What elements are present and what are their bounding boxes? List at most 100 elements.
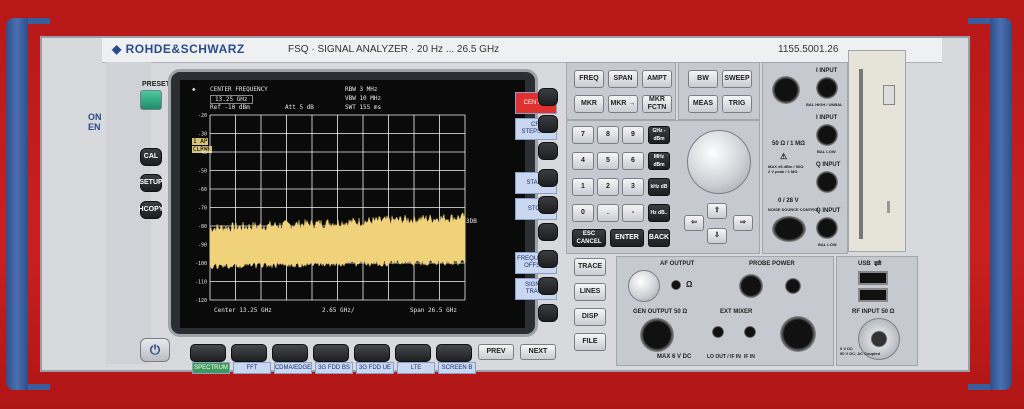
key-sweep[interactable]: SWEEP	[722, 70, 752, 88]
key-mkr-0[interactable]: MKR	[574, 95, 604, 113]
hardware-bottom-softkey-5[interactable]	[395, 344, 431, 362]
arrow-up-button[interactable]: ⇧	[707, 203, 727, 219]
if-in-connector	[744, 326, 756, 338]
hardware-bottom-softkey-6[interactable]	[436, 344, 472, 362]
hardware-softkey-8[interactable]	[538, 304, 558, 322]
hardware-bottom-softkey-0[interactable]	[190, 344, 226, 362]
key-digit-10[interactable]: .	[597, 204, 619, 222]
key-trig[interactable]: TRIG	[722, 95, 752, 113]
key-span[interactable]: SPAN	[608, 70, 638, 88]
usb-port-2[interactable]	[858, 288, 888, 302]
setup-button[interactable]: SETUP	[139, 174, 163, 192]
y-tick-3: -50	[198, 169, 207, 175]
key-digit-0[interactable]: 7	[572, 126, 594, 144]
headphone-icon: Ω	[686, 280, 693, 289]
hcopy-button[interactable]: HCOPY	[139, 201, 163, 219]
key-digit-4[interactable]: 5	[597, 152, 619, 170]
screen-bottom-softkey-2: CDMA/EDGE	[274, 362, 312, 374]
arrow-left-button[interactable]: ⇦	[684, 215, 704, 231]
prev-button[interactable]: PREV	[478, 344, 514, 360]
key-digit-3[interactable]: 4	[572, 152, 594, 170]
usb-port-1[interactable]	[858, 271, 888, 285]
key-enter[interactable]: ENTER	[610, 229, 644, 247]
y-tick-1: -30	[198, 132, 207, 138]
key-back[interactable]: BACK	[648, 229, 670, 247]
key-digit-9[interactable]: 0	[572, 204, 594, 222]
i-input-high-connector	[816, 77, 838, 99]
key-digit-2[interactable]: 9	[622, 126, 644, 144]
key-disp[interactable]: DISP	[574, 308, 606, 326]
key-trace[interactable]: TRACE	[574, 258, 606, 276]
hardware-softkey-1[interactable]	[538, 115, 558, 133]
y-tick-7: -90	[198, 243, 207, 249]
probe-power-connector-2	[785, 278, 801, 294]
power-button[interactable]: ⏻	[140, 338, 170, 362]
rs-diamond-icon: ◆	[112, 42, 122, 56]
i-input-low-connector	[816, 124, 838, 146]
hardware-bottom-softkey-1[interactable]	[231, 344, 267, 362]
floppy-drive	[848, 50, 906, 252]
model-line: FSQ · SIGNAL ANALYZER · 20 Hz ... 26.5 G…	[288, 44, 500, 55]
key-esc[interactable]: ESC CANCEL	[572, 229, 606, 247]
probe-power-label: PROBE POWER	[749, 261, 795, 267]
rotary-knob[interactable]	[687, 130, 751, 194]
y-axis-ticks: -20 -30 -40 -50 -60 -70 -80 -90 -100 -110 -120	[195, 113, 207, 304]
y-tick-0: -20	[198, 113, 207, 119]
floppy-eject-button[interactable]	[883, 85, 895, 105]
key-unit-3[interactable]: Hz dB..	[648, 204, 670, 222]
gen-output-label: GEN OUTPUT 50 Ω	[633, 309, 688, 315]
screen-bottom-softkey-4: 3G FDD UE	[356, 362, 394, 374]
key-digit-7[interactable]: 2	[597, 178, 619, 196]
key-unit-2[interactable]: kHz dB	[648, 178, 670, 196]
hardware-softkey-2[interactable]	[538, 142, 558, 160]
gen-max-note: MAX 6 V DC	[657, 354, 692, 360]
gen-output-connector	[640, 318, 674, 352]
hardware-bottom-softkey-2[interactable]	[272, 344, 308, 362]
arrow-up-icon: ⇧	[714, 207, 720, 214]
y-tick-2: -40	[198, 150, 207, 156]
q-input-high-connector	[816, 171, 838, 193]
hardware-softkey-6[interactable]	[538, 250, 558, 268]
key-lines[interactable]: LINES	[574, 283, 606, 301]
key-digit-5[interactable]: 6	[622, 152, 644, 170]
key-unit-0[interactable]: GHz -dBm	[648, 126, 670, 144]
key-meas[interactable]: MEAS	[688, 95, 718, 113]
hardware-softkey-4[interactable]	[538, 196, 558, 214]
key-digit-8[interactable]: 3	[622, 178, 644, 196]
cal-button[interactable]: CAL	[140, 148, 162, 166]
hardware-softkey-3[interactable]	[538, 169, 558, 187]
key-digit-1[interactable]: 8	[597, 126, 619, 144]
hardware-softkey-5[interactable]	[538, 223, 558, 241]
preset-button[interactable]	[140, 90, 162, 110]
key-file[interactable]: FILE	[574, 333, 606, 351]
screen-bottom-softkey-5: LTE	[397, 362, 435, 374]
af-volume-knob[interactable]	[628, 270, 660, 302]
hardware-softkey-7[interactable]	[538, 277, 558, 295]
key-ampt[interactable]: AMPT	[642, 70, 672, 88]
hardware-bottom-softkey-3[interactable]	[313, 344, 349, 362]
floppy-led	[887, 201, 890, 213]
hardware-bottom-softkey-4[interactable]	[354, 344, 390, 362]
arrow-down-icon: ⇩	[714, 232, 720, 239]
spectrum-display: ◈ CENTER FREQUENCY 13.25 GHz Ref -10 dBm…	[180, 80, 557, 374]
key-unit-1[interactable]: MHz dBm	[648, 152, 670, 170]
warning-icon: ⚠	[780, 152, 788, 161]
lo-out-connector	[712, 326, 724, 338]
next-button[interactable]: NEXT	[520, 344, 556, 360]
screen-bottom-softkey-6: SCREEN B	[438, 362, 476, 374]
key-mkr-2[interactable]: MKR FCTN	[642, 95, 672, 113]
arrow-right-button[interactable]: ⇨	[733, 215, 753, 231]
key-freq[interactable]: FREQ	[574, 70, 604, 88]
aux-connector	[772, 76, 800, 104]
key-bw[interactable]: BW	[688, 70, 718, 88]
key-digit-6[interactable]: 1	[572, 178, 594, 196]
arrow-down-button[interactable]: ⇩	[707, 228, 727, 244]
spectrum-plot: -20 -30 -40 -50 -60 -70 -80 -90 -100 -110 -120	[195, 113, 466, 304]
serial-number: 1155.5001.26	[778, 44, 839, 55]
key-mkr-1[interactable]: MKR →	[608, 95, 638, 113]
y-tick-10: -120	[195, 298, 207, 304]
y-tick-5: -70	[198, 206, 207, 212]
y-tick-4: -60	[198, 187, 207, 193]
hardware-softkey-0[interactable]	[538, 88, 558, 106]
key-digit-11[interactable]: -	[622, 204, 644, 222]
